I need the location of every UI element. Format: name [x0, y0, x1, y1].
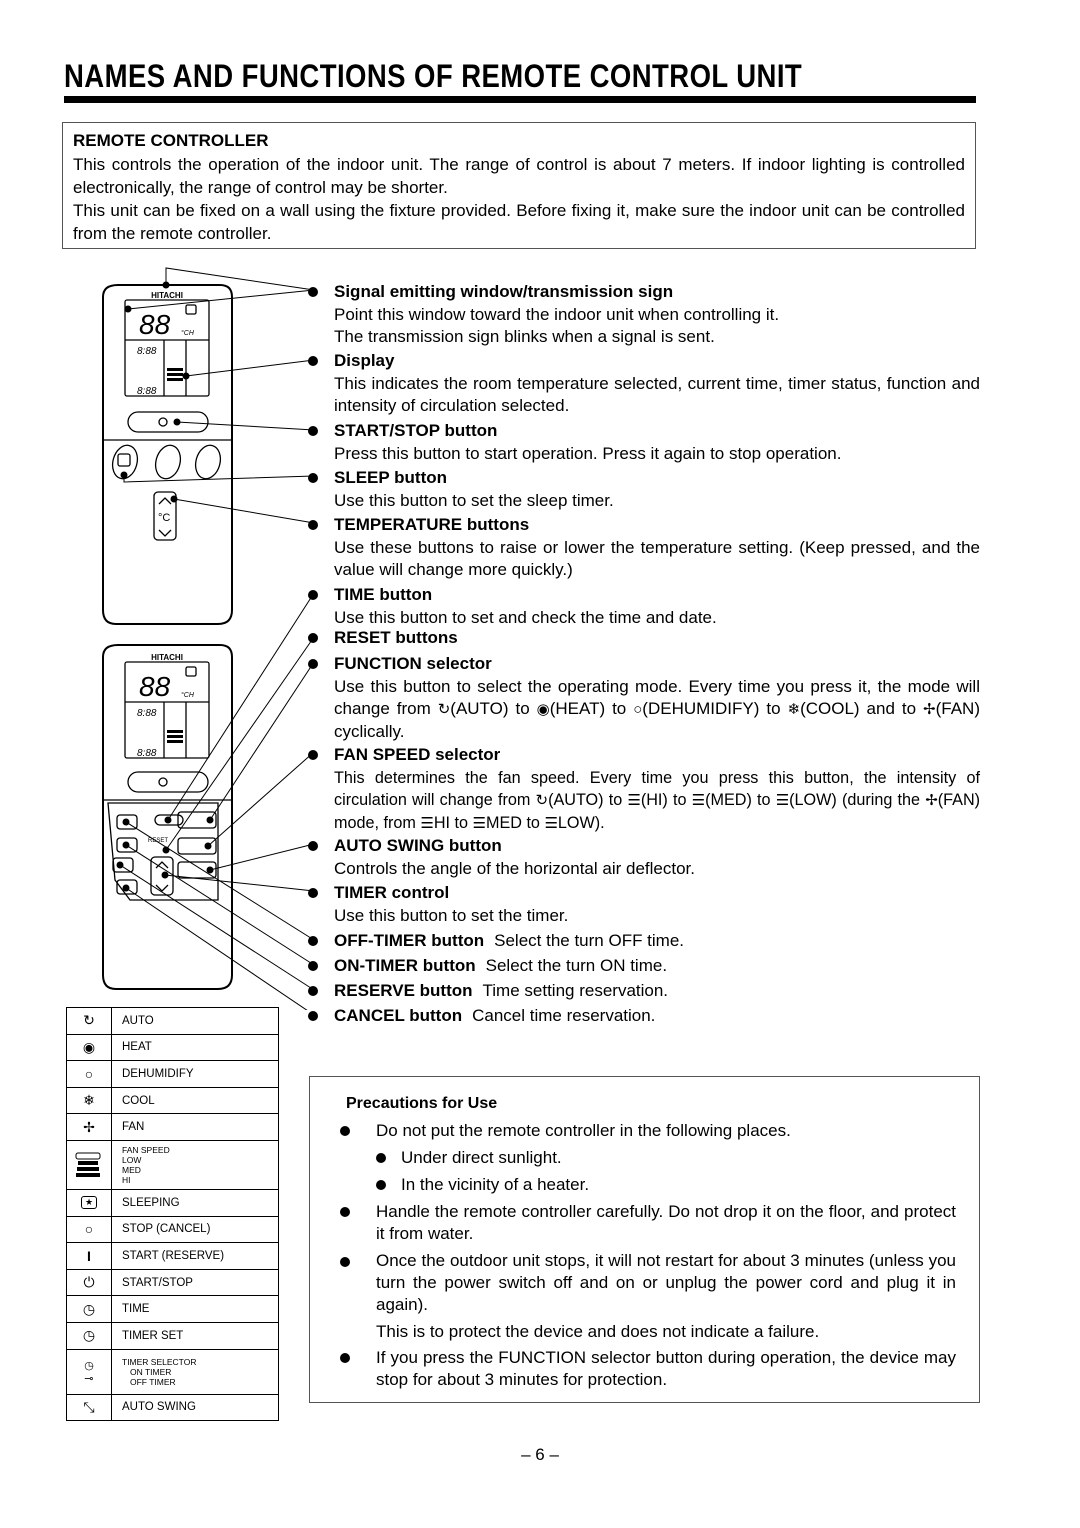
fan-speed-hi-icon: ☰: [420, 815, 434, 832]
sleeping-icon: ★: [67, 1189, 112, 1216]
symbol-legend: ↻ AUTO ◉ HEAT ○ DEHUMIDIFY ❄ COOL ✢ FAN FAN S…: [66, 1007, 279, 1422]
bullet-icon: [340, 1207, 350, 1217]
fan-icon: ✢: [923, 701, 936, 718]
svg-text:8:88: 8:88: [137, 708, 157, 719]
auto-icon: ↻: [437, 701, 451, 718]
svg-text:8:88: 8:88: [137, 386, 157, 397]
fan-speed-low-icon: ☰: [775, 792, 790, 809]
precaution-note: This is to protect the device and does n…: [376, 1322, 820, 1341]
remote-1-digits: 88: [139, 309, 171, 340]
bullet-icon: [308, 520, 318, 530]
fan-speed-hi-icon: ☰: [627, 792, 641, 809]
bullet-icon: [308, 841, 318, 851]
precaution-subitem: In the vicinity of a heater.: [401, 1175, 590, 1194]
bullet-icon: [308, 961, 318, 971]
reset-label: RESET: [148, 838, 168, 844]
auto-swing-icon: ⤡: [67, 1394, 112, 1421]
bullet-icon: [308, 750, 318, 760]
bullet-icon: [308, 590, 318, 600]
timer-selector-icon: ◷ ⊸: [67, 1349, 112, 1394]
bullet-icon: [340, 1126, 350, 1136]
fan-speed-icon: [67, 1140, 112, 1189]
svg-text:°C: °C: [158, 512, 170, 524]
precaution-subitem: Under direct sunlight.: [401, 1148, 562, 1167]
bullet-icon: [308, 356, 318, 366]
precaution-item: If you press the FUNCTION selector butto…: [376, 1348, 956, 1389]
cool-icon: ❄: [67, 1087, 112, 1114]
bullet-icon: [308, 659, 318, 669]
cool-icon: ❄: [787, 701, 801, 718]
page-number: – 6 –: [521, 1445, 559, 1464]
dehumidify-icon: ○: [633, 701, 643, 718]
auto-icon: ↻: [535, 792, 549, 809]
precautions-heading: Precautions for Use: [346, 1095, 498, 1112]
bullet-icon: [340, 1353, 350, 1363]
bullet-icon: [376, 1153, 386, 1163]
bullet-icon: [308, 287, 318, 297]
bullet-icon: [308, 473, 318, 483]
precaution-item: Do not put the remote controller in the …: [376, 1121, 791, 1140]
swing-button-1: [194, 444, 222, 480]
fan-icon: ✢: [925, 792, 938, 809]
fan-icon: ✢: [67, 1114, 112, 1140]
start-reserve-icon: I: [67, 1243, 112, 1269]
precautions-box: Precautions for Use Do not put the remot…: [309, 1076, 980, 1403]
bullet-icon: [308, 888, 318, 898]
remote-2-brand: HITACHI: [151, 653, 183, 662]
fan-speed-button-1: [154, 444, 182, 480]
bullet-icon: [308, 426, 318, 436]
svg-text:°CH: °CH: [181, 691, 195, 699]
bullet-icon: [376, 1180, 386, 1190]
start-stop-button-frame: [127, 411, 209, 433]
heat-icon: ◉: [67, 1034, 112, 1061]
svg-text:8:88: 8:88: [137, 346, 157, 357]
sleep-indicator-icon: [185, 304, 197, 315]
bullet-icon: [308, 936, 318, 946]
remote-2-digits: 88: [139, 671, 171, 702]
leader-lines: [119, 267, 315, 1010]
dehumidify-icon: ○: [67, 1061, 112, 1087]
start-stop-icon: ⏻: [67, 1269, 112, 1296]
timer-set-icon: ◷: [67, 1322, 112, 1349]
bullet-icon: [308, 1011, 318, 1021]
auto-icon: ↻: [67, 1008, 112, 1034]
precaution-item: Once the outdoor unit stops, it will not…: [376, 1251, 956, 1314]
fan-speed-med-icon: ☰: [691, 792, 706, 809]
heat-icon: ◉: [536, 701, 550, 718]
bullet-icon: [308, 633, 318, 643]
svg-text:8:88: 8:88: [137, 748, 157, 759]
stop-cancel-icon: ○: [67, 1216, 112, 1243]
remote-1-brand: HITACHI: [151, 291, 183, 300]
fan-speed-low-icon: ☰: [544, 815, 558, 832]
fan-speed-med-icon: ☰: [472, 815, 486, 832]
precaution-item: Handle the remote controller carefully. …: [376, 1202, 956, 1243]
bullet-icon: [340, 1257, 350, 1267]
bullet-icon: [308, 986, 318, 996]
time-icon: ◷: [67, 1296, 112, 1322]
svg-text:°CH: °CH: [181, 329, 195, 337]
